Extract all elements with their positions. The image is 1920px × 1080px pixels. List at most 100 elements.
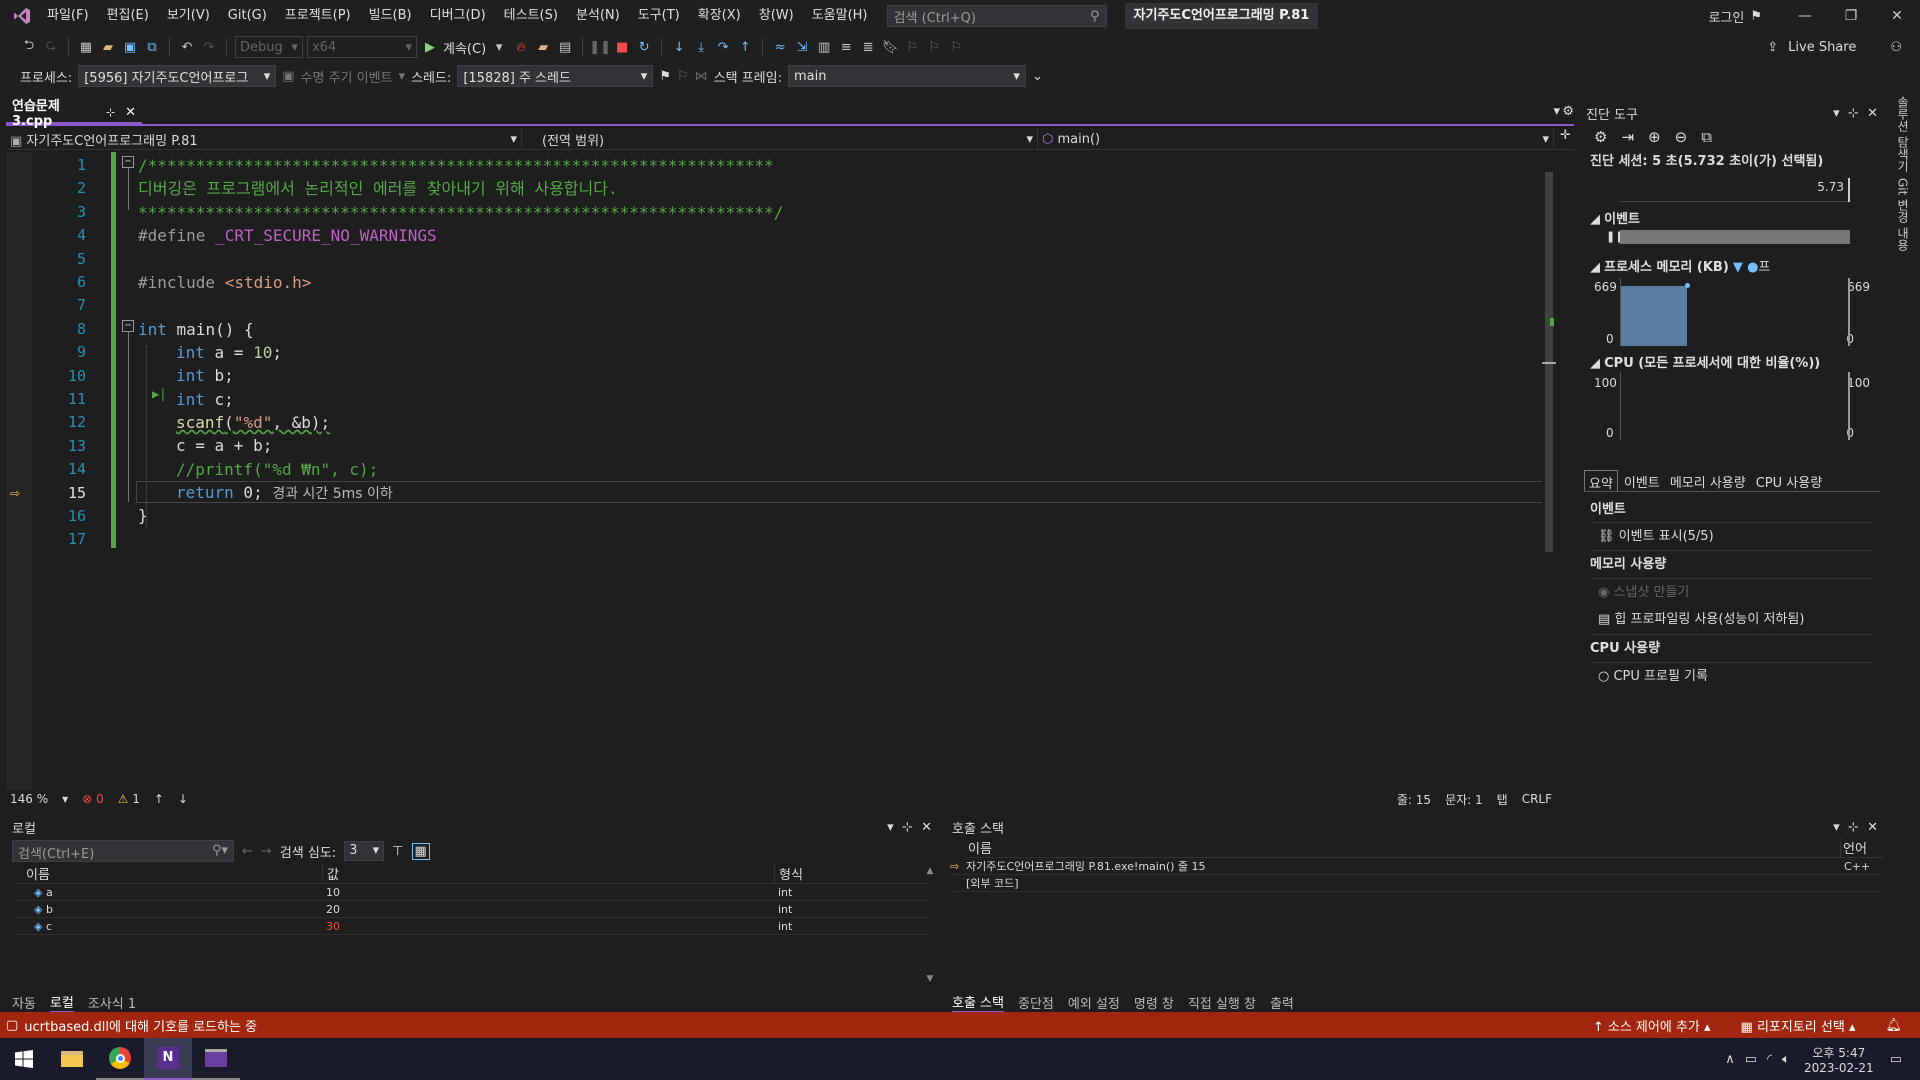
diag-tab[interactable]: 이벤트 [1620, 470, 1664, 491]
process-combo[interactable]: [5956] 자기주도C언어프로그 ▾ [78, 65, 277, 87]
filter-icon[interactable]: ⋈ [695, 69, 708, 84]
restore-button[interactable]: ❐ [1828, 0, 1874, 32]
new-project-icon[interactable]: ▦ [77, 38, 95, 56]
play-icon[interactable]: ▶ [421, 38, 439, 56]
save-icon[interactable]: ▣ [121, 38, 139, 56]
stackframe-combo[interactable]: main ▾ [787, 65, 1026, 87]
step-out-icon[interactable]: ↑ [736, 38, 754, 56]
login-link[interactable]: 로그인 [1708, 7, 1744, 26]
panel-tab[interactable]: 직접 실행 창 [1188, 993, 1256, 1012]
back-icon[interactable]: ⮌ [20, 38, 38, 56]
menu-item[interactable]: Git(G) [219, 0, 276, 32]
panel-tab[interactable]: 중단점 [1018, 993, 1054, 1012]
function-nav-combo[interactable]: ⬡ main() ▾ [1038, 128, 1554, 150]
thread-icon[interactable]: ≈ [771, 38, 789, 56]
warning-icon[interactable]: ⚠ 1 [118, 792, 140, 806]
live-share-button[interactable]: Live Share [1788, 40, 1856, 55]
pin-icon[interactable]: ⊹ [1848, 820, 1859, 835]
scope-nav-combo[interactable]: (전역 범위) ▾ [522, 128, 1038, 150]
platform-combo[interactable]: x64 ▾ [307, 36, 417, 58]
zoom-level[interactable]: 146 % [10, 792, 48, 806]
diag-tab[interactable]: CPU 사용량 [1752, 470, 1826, 491]
windows-start-icon[interactable] [0, 1038, 48, 1080]
panel-tab[interactable]: 출력 [1270, 993, 1294, 1012]
step-over-icon[interactable]: ↷ [714, 38, 732, 56]
bookmark-icon[interactable]: 🔖︎ [881, 38, 899, 56]
variable-value[interactable]: 20 [322, 903, 774, 916]
timeline-ruler[interactable]: 5.73 [1620, 178, 1850, 202]
repo-button[interactable]: ▦ 리포지토리 선택 ▴ [1741, 1016, 1856, 1035]
heap-profiling-toggle[interactable]: ▤ 힙 프로파일링 사용(성능이 저하됨) [1590, 606, 1874, 634]
panel-tab[interactable]: 조사식 1 [88, 993, 136, 1012]
locals-row[interactable]: ◈ b 20 int [16, 901, 928, 918]
close-window-button[interactable]: ✕ [1874, 0, 1920, 32]
show-events-link[interactable]: ⛓ 이벤트 표시(5/5) [1590, 522, 1874, 550]
run-to-cursor-icon[interactable]: ⇲ [793, 38, 811, 56]
diag-tab[interactable]: 요약 [1584, 470, 1618, 492]
cpu-chart[interactable] [1620, 372, 1850, 440]
memory-chart[interactable] [1620, 278, 1850, 346]
menu-item[interactable]: 도구(T) [629, 0, 689, 32]
split-icon[interactable]: ✛ [1560, 128, 1571, 149]
menu-item[interactable]: 창(W) [750, 0, 803, 32]
locals-scrollbar[interactable]: ▲ ▼ [924, 866, 936, 986]
collapse-icon[interactable]: ◢ [1590, 212, 1604, 227]
zoom-out-icon[interactable]: ⊖ [1675, 128, 1688, 146]
file-explorer-icon[interactable] [48, 1038, 96, 1080]
menu-item[interactable]: 빌드(B) [360, 0, 421, 32]
char-indicator[interactable]: 문자: 1 [1445, 791, 1483, 808]
person-icon[interactable]: ⚇ [1890, 40, 1902, 55]
columns-icon[interactable]: ▥ [815, 38, 833, 56]
vertical-scrollbar[interactable] [1542, 152, 1556, 792]
close-icon[interactable]: ✕ [1867, 820, 1878, 835]
prev-bookmark-icon[interactable]: ⚐ [903, 38, 921, 56]
menu-item[interactable]: 프로젝트(P) [276, 0, 360, 32]
pin-icon[interactable]: ⊹ [106, 106, 115, 119]
reset-zoom-icon[interactable]: ⧉ [1701, 128, 1712, 146]
flag-icon[interactable]: ⚑ [659, 69, 671, 84]
menu-item[interactable]: 테스트(S) [495, 0, 567, 32]
close-icon[interactable]: ✕ [1867, 106, 1878, 121]
menu-item[interactable]: 보기(V) [158, 0, 219, 32]
lifecycle-label[interactable]: 수명 주기 이벤트 [301, 67, 393, 86]
notification-center-icon[interactable]: ▭ [1890, 1052, 1902, 1067]
tray-chevron-icon[interactable]: ∧ [1725, 1052, 1735, 1067]
diag-tab[interactable]: 메모리 사용량 [1666, 470, 1750, 491]
menu-item[interactable]: 편집(E) [98, 0, 158, 32]
toolbar-overflow-icon[interactable]: ⌄ [1032, 69, 1043, 84]
code-editor[interactable]: ⇨ − − ▶| 1 2 3 4 5 6 7 8 9 10 11 12 13 14 15 16 17 /****… [6, 152, 1556, 792]
restart-icon[interactable]: ↻ [635, 38, 653, 56]
folder-icon[interactable]: ▰ [534, 38, 552, 56]
flag-threads-icon[interactable]: ⚐ [677, 69, 689, 84]
collapse-icon[interactable]: ◢ [1590, 356, 1604, 371]
cpu-record-button[interactable]: ○ CPU 프로필 기록 [1590, 662, 1874, 690]
feedback-icon[interactable]: ⚑ [1750, 9, 1762, 24]
chevron-down-icon[interactable]: ▾ [490, 38, 508, 56]
config-combo[interactable]: Debug ▾ [235, 36, 303, 58]
panel-tab[interactable]: 자동 [12, 993, 36, 1012]
live-share-icon[interactable]: ⇪ [1767, 40, 1778, 55]
forward-icon[interactable]: ⮎ [42, 38, 60, 56]
variable-value[interactable]: 10 [322, 886, 774, 899]
tab-list-icon[interactable]: ▾ [1553, 104, 1560, 119]
back-arrow-icon[interactable]: ← [242, 844, 253, 859]
error-icon[interactable]: ⊗ 0 [82, 792, 104, 806]
forward-arrow-icon[interactable]: → [261, 844, 272, 859]
tab-practice3-cpp[interactable]: 연습문제3.cpp ⊹ ✕ [6, 99, 142, 129]
depth-combo[interactable]: 3 ▾ [344, 841, 385, 861]
clear-bookmark-icon[interactable]: ⚐ [947, 38, 965, 56]
minimize-button[interactable]: — [1782, 0, 1828, 32]
breakpoint-margin[interactable] [6, 152, 32, 792]
menu-item[interactable]: 분석(N) [567, 0, 629, 32]
prev-issue-icon[interactable]: ↑ [154, 792, 164, 806]
git-changes-tab[interactable]: Git 변경 내용 [1895, 178, 1912, 251]
col-value[interactable]: 값 [322, 864, 774, 883]
pin-icon[interactable]: ⊹ [902, 820, 913, 835]
chevron-down-icon[interactable]: ▾ [887, 820, 894, 835]
redo-icon[interactable]: ↷ [200, 38, 218, 56]
settings-gear-icon[interactable]: ⚙ [1562, 104, 1574, 119]
col-language[interactable]: 언어 [1840, 838, 1867, 857]
pin-icon[interactable]: ⊤ [392, 844, 403, 859]
panel-tab[interactable]: 로컬 [49, 992, 74, 1013]
comment-icon[interactable]: ≡ [837, 38, 855, 56]
